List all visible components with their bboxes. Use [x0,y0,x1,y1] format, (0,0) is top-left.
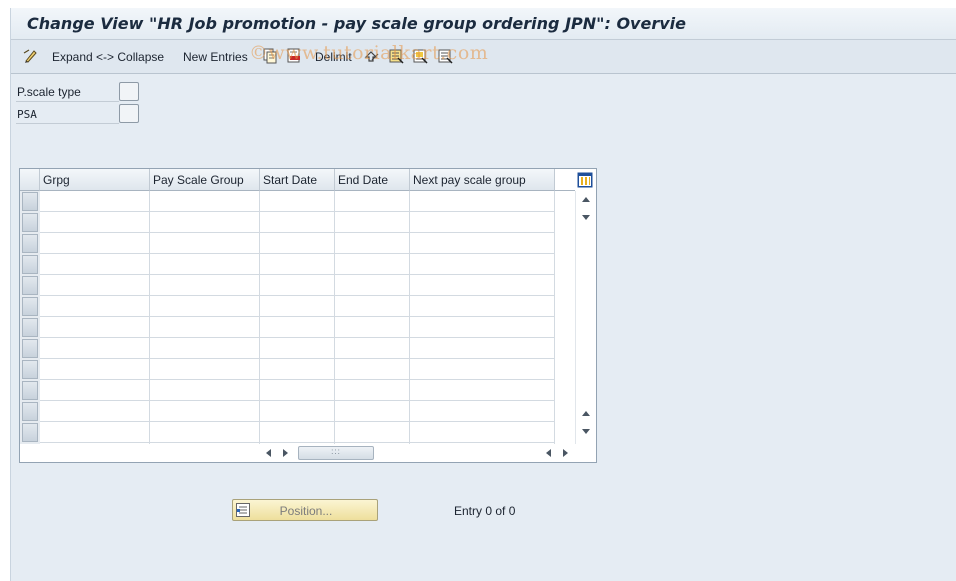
table-row[interactable] [40,212,555,233]
page-title: Change View "HR Job promotion - pay scal… [27,14,686,33]
main-window: Change View "HR Job promotion - pay scal… [10,8,956,581]
scroll-page-down-icon[interactable] [582,429,590,434]
scroll-end-right-icon[interactable] [563,449,568,457]
table-row[interactable] [40,233,555,254]
scroll-page-up-icon[interactable] [582,411,590,416]
table-row[interactable] [40,359,555,380]
scroll-right-icon[interactable] [283,449,288,457]
row-selector[interactable] [22,423,38,442]
grid-divider [554,191,555,444]
table-row[interactable] [40,317,555,338]
row-selector[interactable] [22,318,38,337]
application-toolbar: Expand <-> Collapse New Entries Delimit [11,40,956,74]
scroll-left-icon[interactable] [266,449,271,457]
row-selector[interactable] [22,234,38,253]
position-button[interactable]: Position... [232,499,378,521]
column-header-grpg[interactable]: Grpg [40,169,150,191]
title-bar: Change View "HR Job promotion - pay scal… [11,8,956,40]
pscale-type-label: P.scale type [16,82,119,102]
watermark-text: ©www.tutorialkart.com [249,42,489,64]
select-all-rows-header[interactable] [20,169,40,191]
table-row[interactable] [40,191,555,212]
header-spacer [555,169,575,191]
pscale-type-input[interactable] [119,82,139,101]
table-row[interactable] [40,422,555,443]
psa-label: PSA [16,104,119,124]
position-button-label: Position... [279,504,333,518]
horizontal-scrollbar[interactable]: ::: [260,444,576,462]
table-row[interactable] [40,275,555,296]
table-row[interactable] [40,401,555,422]
row-selector[interactable] [22,276,38,295]
edit-pencil-icon[interactable] [23,48,39,64]
vertical-scrollbar[interactable] [575,191,596,444]
column-config-icon[interactable] [577,172,593,188]
data-table: Grpg Pay Scale Group Start Date End Date… [19,168,597,463]
scroll-end-left-icon[interactable] [546,449,551,457]
table-row[interactable] [40,338,555,359]
scroll-up-icon[interactable] [582,197,590,202]
grid-divider [259,191,260,444]
scroll-down-icon[interactable] [582,215,590,220]
row-selector[interactable] [22,297,38,316]
column-header-end-date[interactable]: End Date [335,169,410,191]
row-selector[interactable] [22,402,38,421]
psa-input[interactable] [119,104,139,123]
grid-divider [149,191,150,444]
table-row[interactable] [40,380,555,401]
row-selector[interactable] [22,213,38,232]
table-row[interactable] [40,296,555,317]
row-selector[interactable] [22,339,38,358]
grid-divider [334,191,335,444]
entry-count: Entry 0 of 0 [454,504,516,518]
grid-divider [409,191,410,444]
column-header-pay-scale-group[interactable]: Pay Scale Group [150,169,260,191]
column-header-start-date[interactable]: Start Date [260,169,335,191]
new-entries-button[interactable]: New Entries [183,48,248,66]
row-selector[interactable] [22,192,38,211]
table-row[interactable] [40,254,555,275]
row-selector[interactable] [22,381,38,400]
row-selector[interactable] [22,255,38,274]
horizontal-scroll-thumb[interactable]: ::: [298,446,374,460]
column-header-next-pay-scale-group[interactable]: Next pay scale group [410,169,555,191]
expand-collapse-button[interactable]: Expand <-> Collapse [52,48,164,66]
row-selector[interactable] [22,360,38,379]
